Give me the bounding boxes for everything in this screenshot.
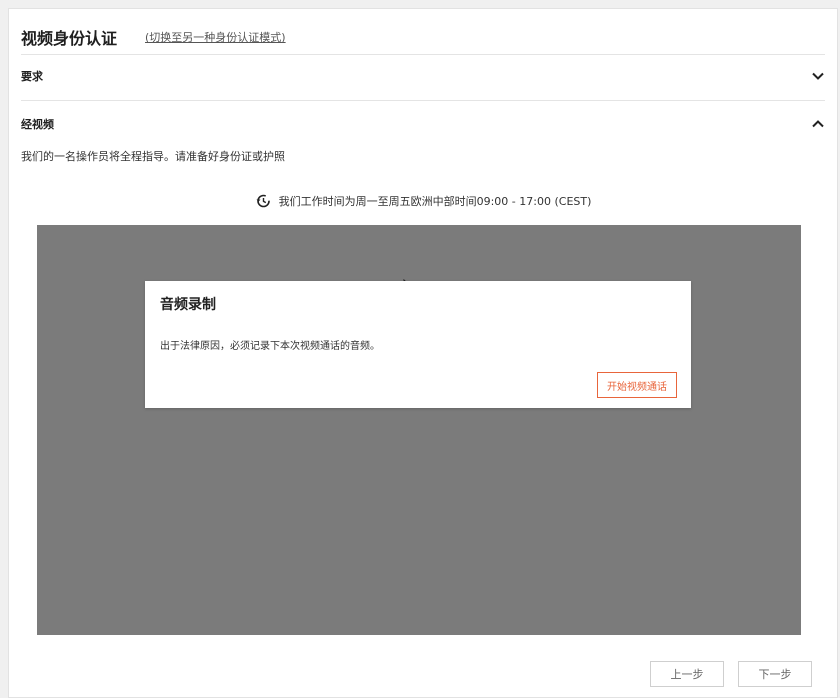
dialog-text: 出于法律原因，必须记录下本次视频通话的音频。 (160, 341, 380, 352)
instruction-text: 我们的一名操作员将全程指导。请准备好身份证或护照 (21, 150, 285, 163)
switch-mode-link[interactable]: (切换至另一种身份认证模式) (145, 29, 286, 45)
chevron-up-icon[interactable] (811, 117, 825, 131)
divider (21, 100, 825, 101)
audio-recording-dialog: 音频录制 出于法律原因，必须记录下本次视频通话的音频。 开始视频通话 (145, 281, 691, 408)
section-requirements[interactable]: 要求 (21, 66, 825, 86)
header: 视频身份认证 (切换至另一种身份认证模式) (21, 19, 825, 55)
section-video-label: 经视频 (21, 118, 54, 131)
verification-card: 视频身份认证 (切换至另一种身份认证模式) 要求 经视频 我们的一名操作员将全程… (8, 8, 838, 698)
section-requirements-label: 要求 (21, 70, 43, 83)
start-video-call-button[interactable]: 开始视频通话 (597, 372, 677, 398)
chevron-down-icon[interactable] (811, 69, 825, 83)
clock-history-icon (256, 194, 270, 208)
dialog-title: 音频录制 (160, 297, 216, 313)
page-title: 视频身份认证 (21, 29, 118, 48)
working-hours: 我们工作时间为周一至周五欧洲中部时间09:00 - 17:00 (CEST) (9, 191, 837, 211)
prev-step-button[interactable]: 上一步 (650, 661, 724, 687)
divider (21, 54, 825, 55)
video-area: 音频录制 出于法律原因，必须记录下本次视频通话的音频。 开始视频通话 (37, 225, 801, 635)
section-video[interactable]: 经视频 (21, 114, 825, 134)
next-step-button[interactable]: 下一步 (738, 661, 812, 687)
working-hours-text: 我们工作时间为周一至周五欧洲中部时间09:00 - 17:00 (CEST) (278, 195, 592, 208)
